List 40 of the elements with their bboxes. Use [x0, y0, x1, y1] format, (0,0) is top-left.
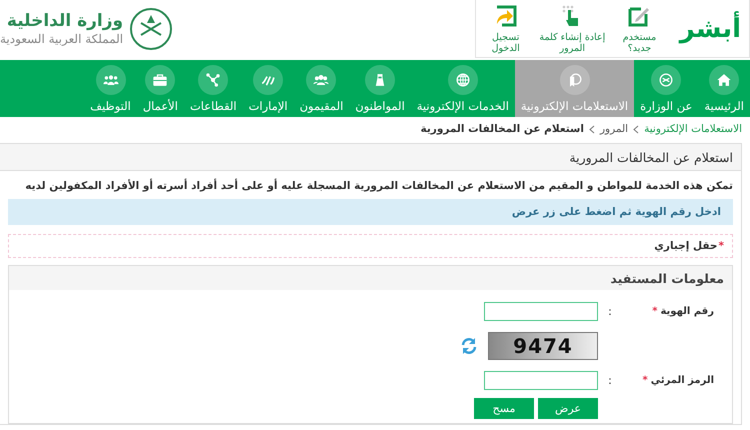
- input-field[interactable]: [484, 302, 598, 321]
- nav-tab[interactable]: الخدمات الإلكترونية: [410, 60, 515, 117]
- header-link[interactable]: تسجيل الدخول: [484, 4, 528, 54]
- nav-tab[interactable]: المقيمون: [294, 60, 350, 117]
- nav-tab[interactable]: القطاعات: [184, 60, 243, 117]
- nav-tab[interactable]: عن الوزارة: [634, 60, 698, 117]
- submit-button[interactable]: عرض: [538, 398, 598, 419]
- breadcrumb-link[interactable]: الاستعلامات الإلكترونية: [644, 123, 742, 135]
- info-message: ادخل رقم الهوية ثم اضغط على زر عرض: [8, 199, 733, 225]
- refresh-icon[interactable]: [460, 337, 478, 355]
- site-logo[interactable]: أبشر: [672, 14, 741, 44]
- nav-tab[interactable]: التوظيف: [84, 60, 137, 117]
- nav-tab[interactable]: المواطنون: [349, 60, 411, 117]
- field-label: الرمز المرئي: [650, 375, 714, 386]
- required-note: حقل إجباري: [654, 240, 718, 252]
- emblem-icon: [129, 7, 174, 51]
- chevron-icon: [633, 124, 640, 134]
- required-mark: *: [718, 240, 724, 252]
- field-label: رقم الهوية: [660, 306, 714, 317]
- section-title: معلومات المستفيد: [9, 266, 732, 290]
- ministry-title: وزارة الداخلية: [6, 12, 124, 30]
- service-description: تمكن هذه الخدمة للمواطن و المقيم من الاستعلام عن المخالفات المرورية المسجلة عليه أو على أحد أفراد أسرته أو الأفراد المكفولين لديه: [24, 178, 734, 194]
- required-mark: *: [652, 306, 658, 317]
- breadcrumb-current: استعلام عن المخالفات المرورية: [420, 123, 584, 135]
- ministry-subtitle: المملكة العربية السعودية: [0, 32, 124, 46]
- nav-tab[interactable]: الإمارات: [242, 60, 294, 117]
- header-link[interactable]: مستخدم جديد؟: [617, 4, 662, 54]
- label-colon: :: [607, 305, 613, 318]
- header-link[interactable]: إعادة إنشاء كلمة المرور: [537, 4, 608, 54]
- captcha-image: 9474: [488, 332, 598, 360]
- panel-title: استعلام عن المخالفات المرورية: [0, 144, 741, 171]
- nav-tab[interactable]: الأعمال: [136, 60, 184, 117]
- required-mark: *: [642, 375, 648, 386]
- input-field[interactable]: [484, 371, 598, 390]
- nav-tab[interactable]: الرئيسية: [698, 60, 750, 117]
- breadcrumb-link[interactable]: المرور: [600, 123, 628, 135]
- chevron-icon: [588, 124, 595, 134]
- clear-button[interactable]: مسح: [474, 398, 534, 419]
- nav-tab[interactable]: الاستعلامات الإلكترونية: [514, 60, 634, 117]
- label-colon: :: [607, 374, 613, 387]
